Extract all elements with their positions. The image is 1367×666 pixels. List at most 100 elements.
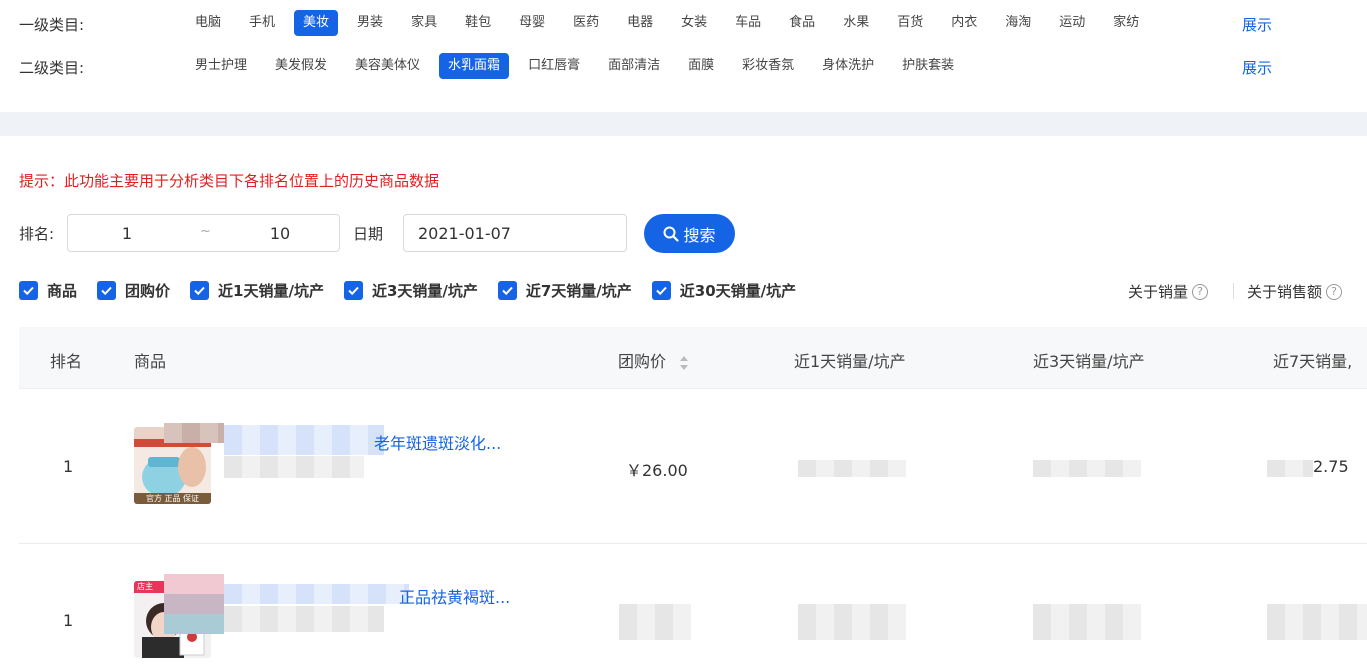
product-badge: 官方 正品 保证: [145, 494, 200, 503]
category-level1-item[interactable]: 美妆: [294, 10, 339, 36]
category-level2-list: 男士护理 美发假发 美容美体仪 水乳面霜 口红唇膏 面部清洁 面膜 彩妆香氛 身体洗护 护肤套装: [186, 51, 963, 81]
category-level1-item[interactable]: 电器: [618, 10, 662, 36]
category-level2-item[interactable]: 美容美体仪: [346, 53, 429, 79]
column-toggle-checkbox[interactable]: 近7天销量/坑产: [497, 280, 632, 301]
column-toggle-checkbox[interactable]: 近3天销量/坑产: [343, 280, 478, 301]
row-day7-tail: 2.75: [1313, 457, 1349, 476]
date-label: 日期: [353, 225, 384, 243]
hint-text: 提示：此功能主要用于分析类目下各排名位置上的历史商品数据: [19, 172, 440, 190]
blurred-day7: [1267, 604, 1367, 640]
category-level1-item[interactable]: 鞋包: [456, 10, 500, 36]
date-input[interactable]: [403, 214, 627, 252]
checkbox-checked-icon: [97, 281, 117, 300]
blurred-day3: [1033, 604, 1141, 640]
column-toggle-checkbox[interactable]: 近30天销量/坑产: [651, 280, 797, 301]
blurred-price: [619, 604, 691, 640]
checkbox-checked-icon: [19, 281, 38, 300]
th-product: 商品: [134, 352, 167, 371]
blurred-title: [224, 584, 409, 604]
category-level1-item[interactable]: 母婴: [510, 10, 554, 36]
rank-range-input: ~: [67, 214, 340, 252]
category-level1-item[interactable]: 医药: [564, 10, 608, 36]
row-rank: 1: [63, 611, 74, 630]
search-button-label: 搜索: [683, 225, 716, 245]
category-level2-item[interactable]: 口红唇膏: [519, 53, 589, 79]
column-toggle-label: 近30天销量/坑产: [679, 282, 797, 300]
sort-icon: [680, 355, 689, 370]
checkbox-checked-icon: [343, 281, 363, 300]
category-level1-item[interactable]: 电脑: [186, 10, 230, 36]
category-level1-item[interactable]: 食品: [780, 10, 824, 36]
about-separator: [1233, 283, 1234, 299]
checkbox-checked-icon: [651, 281, 671, 300]
category-level1-item[interactable]: 家具: [402, 10, 446, 36]
about-sales-link[interactable]: 关于销量 ?: [1128, 281, 1209, 302]
column-toggle-checkbox[interactable]: 团购价: [97, 280, 170, 301]
category-level1-item[interactable]: 车品: [726, 10, 770, 36]
table-header: 排名 商品 团购价 近1天销量/坑产 近3天销量/坑产 近7天销量,: [19, 327, 1367, 389]
blurred-region: [164, 574, 224, 634]
category-level2-item[interactable]: 身体洗护: [813, 53, 883, 79]
th-price[interactable]: 团购价: [618, 348, 689, 372]
expand-level2-button[interactable]: 展示: [1242, 57, 1272, 78]
column-toggle-checkbox[interactable]: 商品: [19, 280, 77, 301]
column-toggle-label: 商品: [47, 282, 78, 300]
product-badge: 店主: [137, 582, 153, 591]
category-level1-item[interactable]: 百货: [888, 10, 932, 36]
column-toggle-label: 团购价: [125, 282, 171, 300]
category-level2-item[interactable]: 水乳面霜: [439, 53, 510, 79]
category-level1-item[interactable]: 海淘: [996, 10, 1040, 36]
category-level1-item[interactable]: 家纺: [1104, 10, 1148, 36]
category-level2-item[interactable]: 面部清洁: [599, 53, 669, 79]
category-level1-label: 一级类目:: [19, 16, 85, 34]
product-title-link[interactable]: 正品祛黄褐斑...: [399, 584, 510, 608]
search-button[interactable]: 搜索: [644, 214, 735, 253]
about-amount-link[interactable]: 关于销售额 ?: [1247, 281, 1343, 302]
category-level2-item[interactable]: 美发假发: [266, 53, 336, 79]
category-level1-row: 一级类目: 电脑 手机 美妆 男装 家具 鞋包 母婴 医药 电器 女装 车品 食品 水果 百货 内衣 海淘 运动…: [0, 8, 1367, 38]
row-rank: 1: [63, 457, 74, 476]
expand-level1-button[interactable]: 展示: [1242, 14, 1272, 35]
rank-to-input[interactable]: [230, 221, 330, 245]
rank-label: 排名:: [19, 225, 55, 243]
category-level1-list: 电脑 手机 美妆 男装 家具 鞋包 母婴 医药 电器 女装 车品 食品 水果 百货 内衣 海淘 运动 家纺: [186, 8, 1148, 38]
product-title-link[interactable]: 老年斑遗斑淡化...: [374, 430, 501, 454]
th-price-label: 团购价: [618, 352, 667, 371]
column-toggle-list: 商品 团购价 近1天销量/坑产 近3天销量/坑产 近7天销量/坑产 近30天销量/坑产: [19, 280, 796, 301]
category-level1-item[interactable]: 水果: [834, 10, 878, 36]
category-level2-item[interactable]: 护肤套装: [893, 53, 963, 79]
column-toggle-label: 近1天销量/坑产: [218, 282, 324, 300]
row-price: ￥26.00: [626, 461, 688, 480]
blurred-day7: [1267, 460, 1313, 477]
blurred-subtitle: [224, 456, 364, 478]
blurred-day1: [798, 460, 906, 477]
th-day3: 近3天销量/坑产: [1033, 352, 1145, 371]
category-level1-item[interactable]: 男装: [348, 10, 392, 36]
column-toggle-label: 近7天销量/坑产: [525, 282, 632, 300]
category-level2-label: 二级类目:: [19, 59, 85, 77]
category-level2-item[interactable]: 男士护理: [186, 53, 256, 79]
about-sales-label: 关于销量: [1128, 283, 1189, 301]
blurred-region: [164, 423, 224, 443]
th-day1: 近1天销量/坑产: [794, 352, 906, 371]
category-level2-row: 二级类目: 男士护理 美发假发 美容美体仪 水乳面霜 口红唇膏 面部清洁 面膜 彩妆香氛 身体洗…: [0, 51, 1367, 81]
about-amount-label: 关于销售额: [1247, 283, 1323, 301]
th-rank: 排名: [50, 352, 83, 371]
help-icon: ?: [1192, 283, 1209, 300]
rank-separator: ~: [200, 224, 211, 239]
category-level1-item[interactable]: 内衣: [942, 10, 986, 36]
table-row: 1 店主 正品祛黄褐斑...: [19, 544, 1367, 666]
category-level1-item[interactable]: 运动: [1050, 10, 1094, 36]
page: 一级类目: 电脑 手机 美妆 男装 家具 鞋包 母婴 医药 电器 女装 车品 食品 水果 百货 内衣 海淘 运动…: [0, 0, 1367, 666]
blurred-day3: [1033, 460, 1141, 477]
category-level2-item[interactable]: 彩妆香氛: [733, 53, 803, 79]
blurred-title: [224, 425, 384, 455]
column-toggle-checkbox[interactable]: 近1天销量/坑产: [190, 280, 324, 301]
rank-from-input[interactable]: [77, 221, 177, 245]
category-level1-item[interactable]: 手机: [240, 10, 284, 36]
help-icon: ?: [1326, 283, 1343, 300]
category-level1-item[interactable]: 女装: [672, 10, 716, 36]
category-level2-item[interactable]: 面膜: [679, 53, 723, 79]
th-day7: 近7天销量,: [1273, 352, 1353, 371]
blurred-subtitle: [224, 606, 384, 632]
